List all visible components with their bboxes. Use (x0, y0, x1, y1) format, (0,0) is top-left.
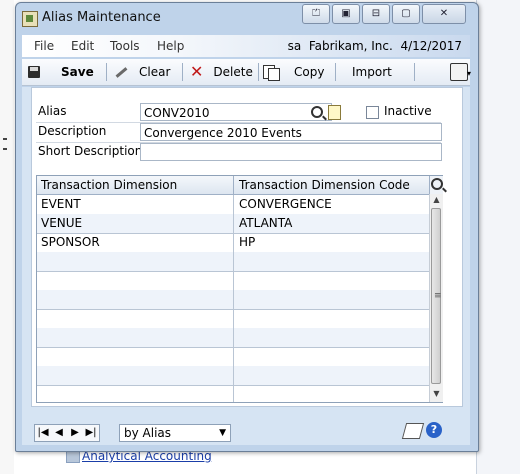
delete-button[interactable]: ✕ Delete (190, 62, 253, 82)
code-cell[interactable]: ATLANTA (239, 216, 292, 230)
inactive-checkbox[interactable] (366, 106, 379, 119)
code-cell[interactable]: HP (239, 235, 255, 249)
app-icon (22, 11, 38, 27)
scroll-up-icon[interactable]: ▲ (431, 194, 442, 206)
restore-icon-button[interactable]: ⏍ (302, 4, 330, 24)
dimension-cell[interactable]: VENUE (41, 216, 82, 230)
grid-vertical-scrollbar[interactable]: ▲ ≡ ▼ (429, 194, 443, 402)
import-button[interactable]: Import (352, 62, 392, 82)
record-navigation: |◀ ◀ ▶ ▶| (34, 424, 100, 442)
alias-label: Alias (38, 104, 67, 118)
dimension-grid: Transaction Dimension Transaction Dimens… (36, 175, 443, 403)
copy-button[interactable]: Copy (263, 62, 324, 82)
dimension-cell[interactable]: EVENT (41, 197, 81, 211)
toolbar-divider (182, 63, 183, 81)
folder-icon (66, 451, 80, 463)
short-description-field[interactable] (140, 143, 442, 161)
background-marker (3, 148, 7, 150)
menu-bar: File Edit Tools Help sa Fabrikam, Inc. 4… (22, 35, 470, 57)
eraser-icon (114, 66, 128, 78)
toolbar-divider (258, 63, 259, 81)
description-field[interactable]: Convergence 2010 Events (140, 123, 442, 141)
menu-file[interactable]: File (34, 39, 54, 53)
window-note-icon[interactable] (401, 423, 425, 439)
grid-lookup-button[interactable] (429, 176, 443, 194)
sort-order-value: by Alias (124, 426, 172, 440)
code-cell[interactable]: CONVERGENCE (239, 197, 332, 211)
scroll-down-icon[interactable]: ▼ (431, 388, 442, 400)
alias-field[interactable]: CONV2010 (140, 103, 332, 121)
alias-note-icon[interactable] (328, 105, 341, 120)
previous-record-button[interactable]: ◀ (51, 425, 67, 441)
menu-tools[interactable]: Tools (110, 39, 140, 53)
company-name: Fabrikam, Inc. (308, 39, 393, 53)
save-icon (28, 66, 40, 78)
alias-lookup-icon[interactable] (311, 106, 323, 118)
first-record-button[interactable]: |◀ (35, 425, 51, 441)
window-body: Alias CONV2010 Inactive Description Conv… (22, 87, 470, 445)
delete-x-icon: ✕ (190, 62, 204, 81)
search-icon (431, 178, 443, 190)
chevron-down-icon: ▼ (219, 428, 226, 438)
window-controls: ⏍ ▣ ⊟ ▢ ✕ (302, 4, 468, 24)
next-record-button[interactable]: ▶ (67, 425, 83, 441)
last-record-button[interactable]: ▶| (83, 425, 99, 441)
clear-button[interactable]: Clear (114, 62, 170, 82)
transaction-dimension-code-header[interactable]: Transaction Dimension Code (239, 178, 410, 192)
user-date: 4/12/2017 (400, 39, 462, 53)
scroll-thumb[interactable]: ≡ (431, 208, 442, 384)
background-marker (3, 138, 7, 140)
minimize-button[interactable]: ⊟ (362, 4, 390, 24)
grid-header: Transaction Dimension Transaction Dimens… (37, 176, 429, 195)
transaction-dimension-header[interactable]: Transaction Dimension (41, 178, 177, 192)
sort-order-select[interactable]: by Alias ▼ (119, 424, 231, 442)
menu-edit[interactable]: Edit (71, 39, 94, 53)
title-bar[interactable]: Alias Maintenance ⏍ ▣ ⊟ ▢ ✕ (16, 3, 478, 33)
toolbar: Save Clear ✕ Delete Copy Import (22, 59, 471, 86)
form-panel: Alias CONV2010 Inactive Description Conv… (31, 87, 463, 407)
dimension-cell[interactable]: SPONSOR (41, 235, 100, 249)
description-label: Description (38, 124, 107, 138)
help-icon[interactable]: ? (426, 422, 442, 438)
column-divider (233, 195, 234, 402)
layout-icon-button[interactable]: ▣ (332, 4, 360, 24)
copy-icon (263, 65, 280, 81)
toolbar-divider (414, 63, 415, 81)
window-title: Alias Maintenance (42, 10, 161, 25)
background-window (476, 0, 520, 474)
close-button[interactable]: ✕ (422, 4, 466, 24)
user-name: sa (287, 39, 302, 53)
alias-maintenance-window: Alias Maintenance ⏍ ▣ ⊟ ▢ ✕ File Edit To… (15, 2, 479, 452)
save-button[interactable]: Save (28, 62, 94, 82)
background-window-edge (0, 0, 14, 474)
menu-help[interactable]: Help (157, 39, 184, 53)
grip-icon: ≡ (434, 291, 442, 301)
toolbar-divider (106, 63, 107, 81)
print-icon[interactable] (450, 63, 471, 81)
header-divider (233, 176, 234, 194)
session-info: sa Fabrikam, Inc. 4/12/2017 (288, 39, 462, 53)
inactive-label: Inactive (384, 104, 432, 118)
toolbar-divider (335, 63, 336, 81)
maximize-button[interactable]: ▢ (392, 4, 420, 24)
short-description-label: Short Description (38, 144, 143, 158)
